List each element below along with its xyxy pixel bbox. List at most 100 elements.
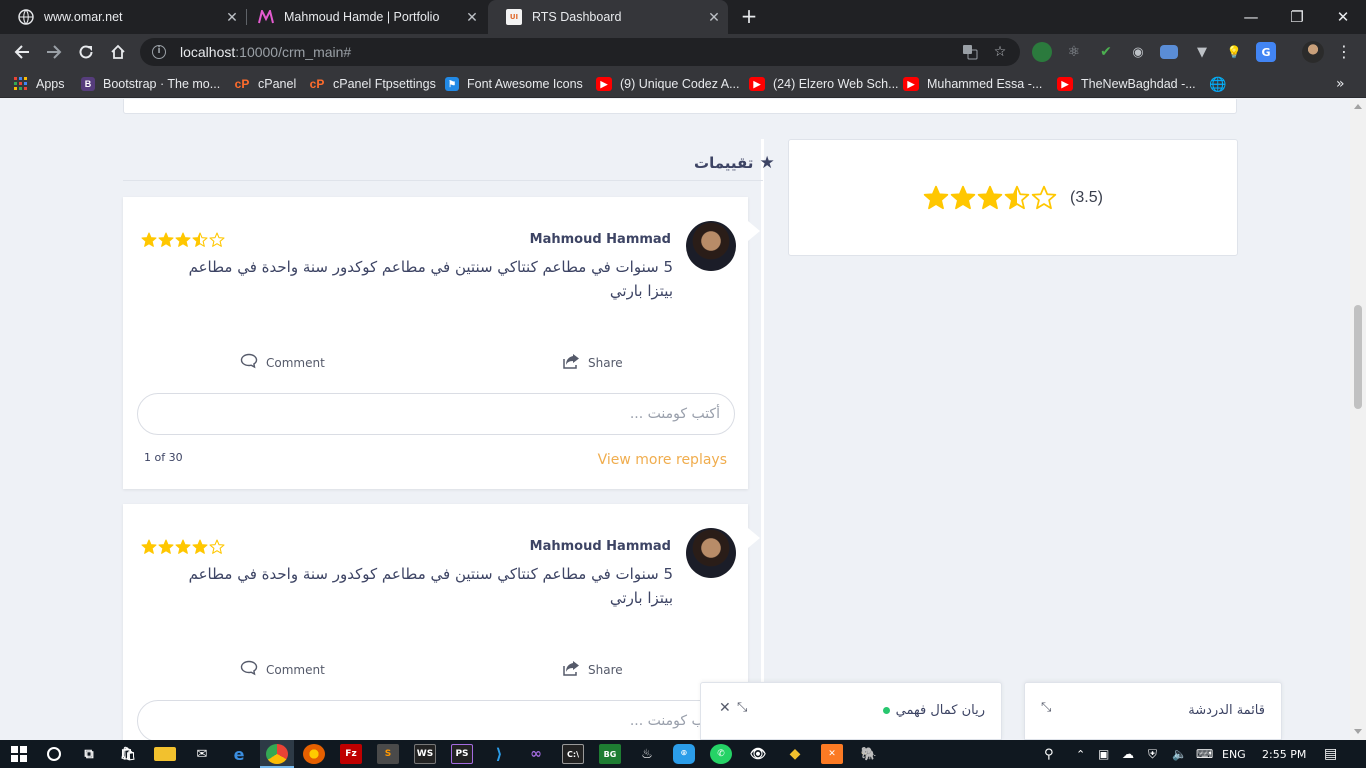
star-full-icon [950, 185, 977, 211]
terminal-icon[interactable]: C:\ [562, 744, 584, 764]
bookmark-thenewbaghdad[interactable]: ▶ TheNewBaghdad -... [1057, 70, 1196, 98]
timeline-line [761, 139, 764, 740]
bookmark-globe[interactable]: 🌐 [1209, 70, 1234, 98]
address-bar[interactable]: i localhost:10000/crm_main# ☆ [140, 38, 1020, 66]
comment-input[interactable]: أكتب كومنت ... [137, 700, 735, 740]
store-icon[interactable]: 🛍 [117, 744, 139, 764]
react-devtools-icon[interactable]: ⚛ [1064, 42, 1084, 62]
people-icon[interactable]: ⚲ [1044, 740, 1054, 768]
tray-chevron-icon[interactable]: ⌃ [1076, 740, 1085, 768]
tab-portfolio[interactable]: Mahmoud Hamde | Portfolio ✕ [240, 0, 486, 34]
info-icon[interactable]: i [152, 45, 166, 59]
bookmark-elzero[interactable]: ▶ (24) Elzero Web Sch... [749, 70, 899, 98]
scroll-down-arrow[interactable] [1354, 729, 1362, 734]
url-text[interactable]: localhost:10000/crm_main# [180, 44, 960, 60]
steam-icon[interactable]: ♨ [636, 744, 658, 764]
tab-omar[interactable]: www.omar.net ✕ [0, 0, 246, 34]
xampp-icon[interactable]: ✕ [821, 744, 843, 764]
vue-devtools-icon[interactable]: ▼ [1192, 42, 1212, 62]
bookmark-muhammed-essa[interactable]: ▶ Muhammed Essa -... [903, 70, 1042, 98]
git-app-icon[interactable]: ◆ [784, 744, 806, 764]
bookmark-label: TheNewBaghdad -... [1081, 77, 1196, 91]
chat-window-user[interactable]: ✕ ⤡ ريان كمال فهمي [700, 682, 1002, 740]
home-button[interactable] [106, 40, 130, 64]
chrome-icon[interactable] [266, 744, 288, 764]
scroll-thumb[interactable] [1354, 305, 1362, 409]
database-icon[interactable]: 🐘 [858, 744, 880, 764]
comment-button[interactable]: Comment [240, 353, 325, 373]
bookmark-apps[interactable]: Apps [14, 70, 65, 98]
bookmarks-overflow-icon[interactable]: » [1336, 70, 1345, 98]
review-author[interactable]: Mahmoud Hammad [530, 539, 671, 554]
firefox-icon[interactable] [303, 744, 325, 764]
file-explorer-icon[interactable] [154, 747, 176, 761]
comment-button[interactable]: Comment [240, 660, 325, 680]
screen-extension-icon[interactable] [1160, 45, 1178, 59]
camera-extension-icon[interactable]: ◉ [1128, 42, 1148, 62]
visual-studio-icon[interactable]: ∞ [525, 744, 547, 764]
sublime-icon[interactable]: S [377, 744, 399, 764]
bg-app-icon[interactable]: BG [599, 744, 621, 764]
avatar[interactable] [686, 221, 736, 271]
shield-icon[interactable]: ⛨ [1148, 740, 1157, 768]
check-extension-icon[interactable]: ✔ [1096, 42, 1116, 62]
notifications-icon[interactable]: ▤ [1324, 740, 1337, 768]
reload-button[interactable] [74, 40, 98, 64]
vscode-icon[interactable]: ⟩ [488, 744, 510, 764]
comment-input[interactable]: أكتب كومنت ... [137, 393, 735, 435]
bookmark-unique-codez[interactable]: ▶ (9) Unique Codez A... [596, 70, 740, 98]
back-button[interactable] [10, 40, 34, 64]
chat-list-title[interactable]: قائمة الدردشة [1188, 703, 1265, 718]
tab-rts-dashboard[interactable]: UI RTS Dashboard ✕ [488, 0, 728, 34]
close-tab-icon[interactable]: ✕ [464, 9, 480, 26]
network-icon[interactable]: ▣ [1098, 740, 1109, 768]
chat-list-window[interactable]: ⤡ قائمة الدردشة [1024, 682, 1282, 740]
language-indicator[interactable]: ENG [1222, 740, 1246, 768]
share-button[interactable]: Share [563, 353, 623, 373]
page-scrollbar[interactable] [1350, 99, 1366, 740]
chat-title[interactable]: ريان كمال فهمي [882, 703, 985, 718]
clock[interactable]: 2:55 PM [1262, 740, 1306, 768]
search-icon[interactable] [43, 744, 65, 764]
close-tab-icon[interactable]: ✕ [706, 9, 722, 26]
whatsapp-icon[interactable]: ✆ [710, 744, 732, 764]
bookmark-star-icon[interactable]: ☆ [990, 42, 1010, 62]
minimize-chat-icon[interactable]: ⤡ [737, 700, 747, 715]
eye-app-icon[interactable]: 👁 [747, 744, 769, 764]
extension-color-icon[interactable] [1032, 42, 1052, 62]
forward-button[interactable] [42, 40, 66, 64]
close-window-button[interactable]: ✕ [1320, 0, 1366, 34]
review-author[interactable]: Mahmoud Hammad [530, 232, 671, 247]
view-more-replies-link[interactable]: View more replays [598, 452, 727, 468]
close-tab-icon[interactable]: ✕ [224, 9, 240, 26]
minimize-chat-icon[interactable]: ⤡ [1041, 700, 1051, 715]
cloud-icon[interactable]: ☁ [1122, 740, 1134, 768]
phpstorm-icon[interactable]: PS [451, 744, 473, 764]
translate-icon[interactable] [960, 42, 980, 62]
browser-menu-icon[interactable]: ⋮ [1334, 40, 1354, 64]
scroll-up-arrow[interactable] [1354, 104, 1362, 109]
bookmark-cpanel[interactable]: cP cPanel [234, 70, 297, 98]
profile-avatar[interactable] [1302, 41, 1324, 63]
app-icon[interactable]: ⌾ [673, 744, 695, 764]
mail-icon[interactable]: ✉ [191, 744, 213, 764]
volume-icon[interactable]: 🔈 [1172, 740, 1187, 768]
close-icon[interactable]: ✕ [719, 700, 731, 716]
edge-icon[interactable]: e [228, 744, 250, 764]
bookmark-bootstrap[interactable]: B Bootstrap · The mo... [81, 70, 220, 98]
bookmark-font-awesome[interactable]: ⚑ Font Awesome Icons [445, 70, 583, 98]
filezilla-icon[interactable]: Fz [340, 744, 362, 764]
windows-start-icon[interactable] [8, 744, 30, 764]
new-tab-button[interactable]: + [736, 4, 762, 30]
restore-button[interactable]: ❐ [1274, 0, 1320, 34]
minimize-button[interactable]: — [1228, 0, 1274, 34]
share-button[interactable]: Share [563, 660, 623, 680]
bookmark-label: cPanel [258, 77, 297, 91]
webstorm-icon[interactable]: WS [414, 744, 436, 764]
bulb-extension-icon[interactable]: 💡 [1224, 42, 1244, 62]
google-translate-icon[interactable]: G [1256, 42, 1276, 62]
avatar[interactable] [686, 528, 736, 578]
task-view-icon[interactable]: ⧉ [78, 744, 100, 764]
keyboard-icon[interactable]: ⌨ [1196, 740, 1213, 768]
bookmark-cpanel-ftp[interactable]: cP cPanel Ftpsettings [309, 70, 436, 98]
